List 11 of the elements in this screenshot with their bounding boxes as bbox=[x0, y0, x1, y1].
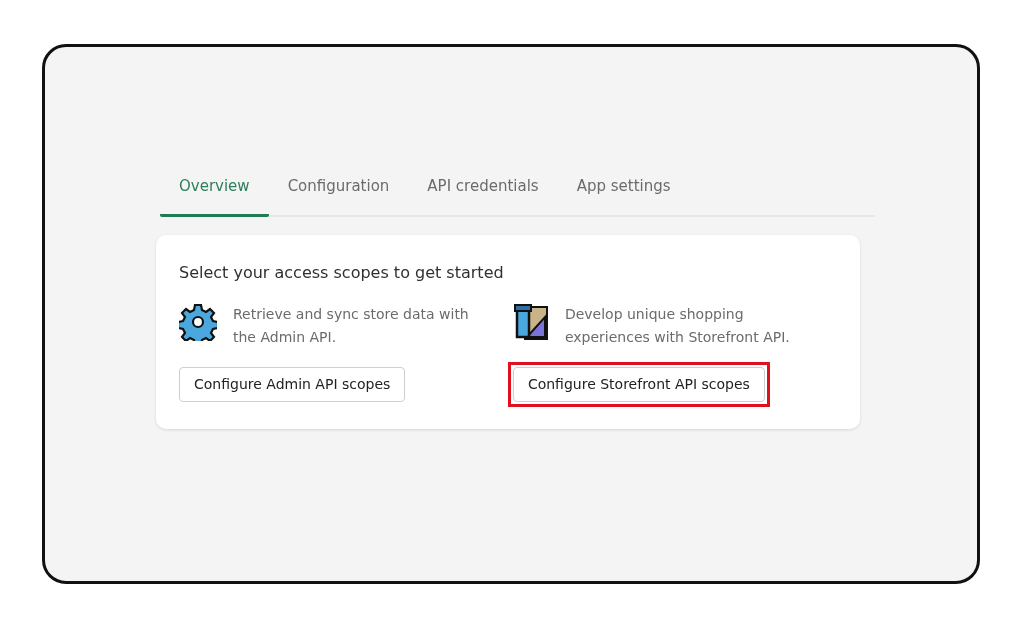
tab[interactable]: Overview bbox=[160, 165, 269, 217]
gear-icon bbox=[179, 302, 217, 341]
option-description: Retrieve and sync store data with the Admin API. bbox=[233, 304, 470, 347]
blueprint-tools-icon bbox=[512, 302, 549, 341]
configure-scopes-button[interactable]: Configure Storefront API scopes bbox=[512, 366, 765, 402]
tab[interactable]: API credentials bbox=[408, 165, 558, 217]
option-description: Develop unique shopping experiences with Storefront API. bbox=[564, 304, 791, 347]
tab[interactable]: Configuration bbox=[268, 165, 409, 217]
configure-scopes-button[interactable]: Configure Admin API scopes bbox=[179, 366, 406, 402]
tab[interactable]: App settings bbox=[557, 165, 690, 217]
card-title: Select your access scopes to get started bbox=[179, 261, 505, 284]
